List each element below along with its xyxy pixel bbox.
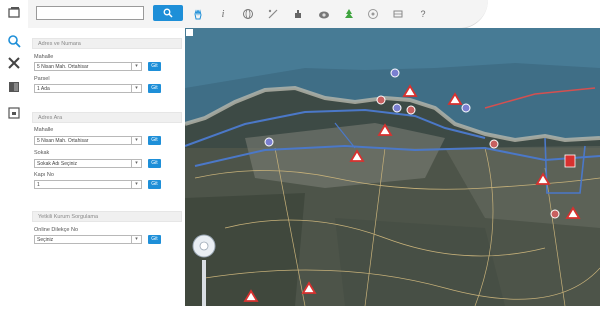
parsel-select[interactable]: 1 Ada ▾ xyxy=(34,84,142,93)
tree-icon[interactable] xyxy=(341,6,357,22)
panel-icon[interactable] xyxy=(5,78,23,96)
sokak-select[interactable]: Sokak Adı Seçiniz ▾ xyxy=(34,159,142,168)
map-canvas[interactable] xyxy=(185,28,600,306)
book-icon[interactable] xyxy=(390,6,406,22)
section-header-address: Adres ve Numara xyxy=(32,38,182,49)
section-header-search: Adres Ara xyxy=(32,112,182,123)
birim-select-value: Seçiniz xyxy=(37,237,54,243)
parsel-go-button[interactable]: Git xyxy=(148,84,161,93)
kapi-select-value: 1 xyxy=(37,182,40,188)
map-imagery xyxy=(185,28,600,306)
magnifier-icon xyxy=(163,8,173,18)
chevron-down-icon: ▾ xyxy=(131,181,141,188)
hand-icon[interactable] xyxy=(190,6,206,22)
help-icon[interactable]: ? xyxy=(415,6,431,22)
birim-go-button[interactable]: Git xyxy=(148,235,161,244)
birim-label: Online Dilekçe No xyxy=(34,227,79,233)
mahalle2-label: Mahalle xyxy=(34,127,54,133)
search-icon[interactable] xyxy=(5,32,23,50)
sokak-select-value: Sokak Adı Seçiniz xyxy=(37,161,78,167)
mahalle2-select-value: 5 Nisan Mah. Ortahisar xyxy=(37,138,89,144)
left-tool-rail xyxy=(0,0,29,310)
globe-icon[interactable] xyxy=(240,6,256,22)
chevron-down-icon: ▾ xyxy=(131,63,141,70)
kapi-go-button[interactable]: Git xyxy=(148,180,161,189)
chevron-down-icon: ▾ xyxy=(131,236,141,243)
chevron-down-icon: ▾ xyxy=(131,137,141,144)
bottom-strip xyxy=(0,306,600,310)
settings-icon[interactable] xyxy=(365,6,381,22)
print-icon[interactable] xyxy=(5,104,23,122)
section-header-authority: Yetkili Kurum Sorgulama xyxy=(32,211,182,222)
mahalle-go-button[interactable]: Git xyxy=(148,62,161,71)
pin-icon[interactable] xyxy=(290,6,306,22)
top-toolbar: i ? xyxy=(28,0,488,29)
kapi-label: Kapı No xyxy=(34,172,54,178)
kapi-select[interactable]: 1 ▾ xyxy=(34,180,142,189)
mahalle2-select[interactable]: 5 Nisan Mah. Ortahisar ▾ xyxy=(34,136,142,145)
query-panel: Adres ve Numara Mahalle 5 Nisan Mah. Ort… xyxy=(28,28,185,306)
parsel-select-value: 1 Ada xyxy=(37,86,50,92)
parsel-label: Parsel xyxy=(34,76,50,82)
info-icon[interactable]: i xyxy=(215,6,231,22)
layers-icon[interactable] xyxy=(5,4,23,22)
sokak-go-button[interactable]: Git xyxy=(148,159,161,168)
chevron-down-icon: ▾ xyxy=(131,85,141,92)
measure-icon[interactable] xyxy=(265,6,281,22)
mahalle-label: Mahalle xyxy=(34,54,54,60)
mahalle-select-value: 5 Nisan Mah. Ortahisar xyxy=(37,64,89,70)
mahalle2-go-button[interactable]: Git xyxy=(148,136,161,145)
search-button[interactable] xyxy=(153,5,183,21)
birim-select[interactable]: Seçiniz ▾ xyxy=(34,235,142,244)
search-input[interactable] xyxy=(36,6,144,20)
chevron-down-icon: ▾ xyxy=(131,160,141,167)
sokak-label: Sokak xyxy=(34,150,50,156)
camera-icon[interactable] xyxy=(316,6,332,22)
mahalle-select[interactable]: 5 Nisan Mah. Ortahisar ▾ xyxy=(34,62,142,71)
tools-icon[interactable] xyxy=(5,54,23,72)
